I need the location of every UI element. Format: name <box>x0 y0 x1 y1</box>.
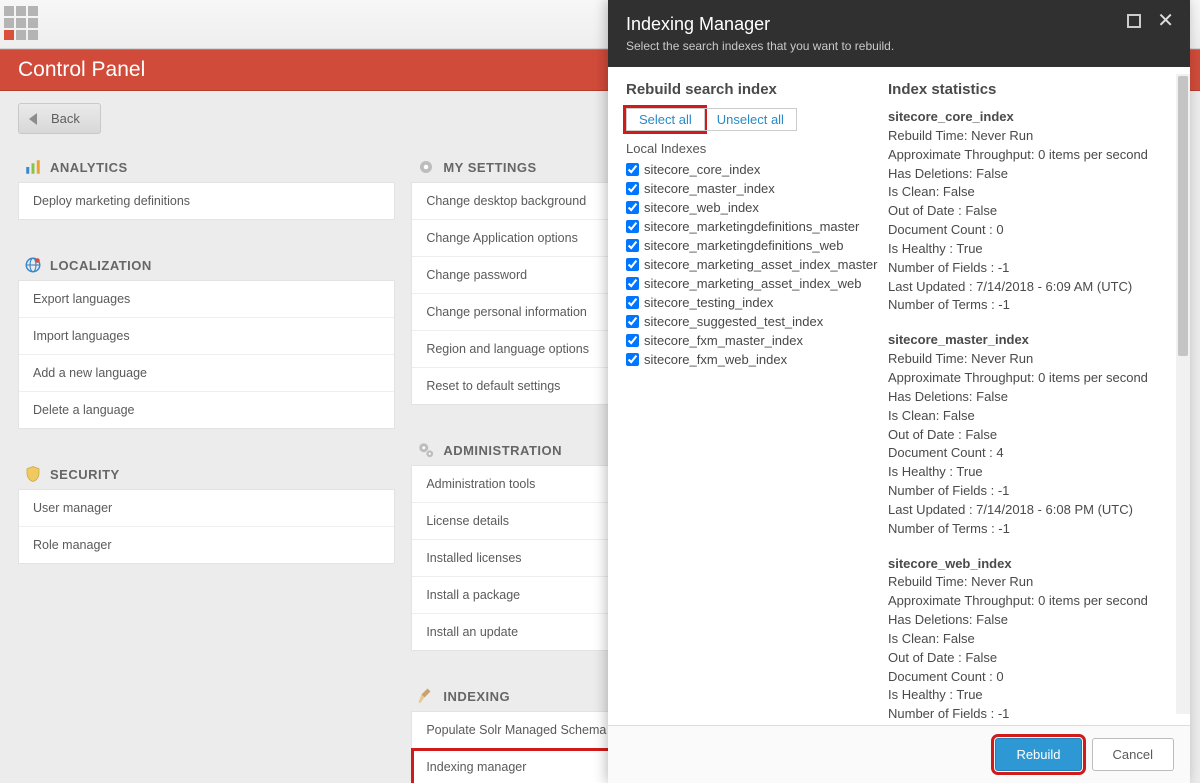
stat-line: Out of Date : False <box>888 426 1176 445</box>
dialog-subtitle: Select the search indexes that you want … <box>626 39 1172 53</box>
list-item[interactable]: Add a new language <box>19 355 394 392</box>
stat-line: Last Updated : 7/14/2018 - 6:09 AM (UTC) <box>888 278 1176 297</box>
list-item[interactable]: Role manager <box>19 527 394 563</box>
unselect-all-link[interactable]: Unselect all <box>704 108 797 131</box>
stat-line: Out of Date : False <box>888 649 1176 668</box>
index-checkbox[interactable]: sitecore_suggested_test_index <box>626 312 888 331</box>
index-checkbox[interactable]: sitecore_marketingdefinitions_web <box>626 236 888 255</box>
checkbox-input[interactable] <box>626 334 639 347</box>
cancel-button[interactable]: Cancel <box>1092 738 1174 771</box>
stat-line: Rebuild Time: Never Run <box>888 127 1176 146</box>
index-checkbox[interactable]: sitecore_marketingdefinitions_master <box>626 217 888 236</box>
stat-line: Rebuild Time: Never Run <box>888 350 1176 369</box>
list-analytics: Deploy marketing definitions <box>18 182 395 220</box>
checkbox-input[interactable] <box>626 258 639 271</box>
stat-line: Is Healthy : True <box>888 463 1176 482</box>
index-stat-block: sitecore_core_indexRebuild Time: Never R… <box>888 108 1176 315</box>
dialog-title: Indexing Manager <box>626 14 1172 35</box>
page-title: Control Panel <box>18 58 145 82</box>
index-checkbox[interactable]: sitecore_fxm_web_index <box>626 350 888 369</box>
index-checkbox[interactable]: sitecore_web_index <box>626 198 888 217</box>
close-icon[interactable]: ✕ <box>1157 14 1174 28</box>
list-localization: Export languagesImport languagesAdd a ne… <box>18 280 395 429</box>
checkbox-input[interactable] <box>626 220 639 233</box>
stat-line: Is Healthy : True <box>888 240 1176 259</box>
list-item[interactable]: Deploy marketing definitions <box>19 183 394 219</box>
list-item[interactable]: User manager <box>19 490 394 527</box>
dialog-body: Rebuild search index Select all Unselect… <box>608 67 1190 725</box>
stat-line: Is Clean: False <box>888 407 1176 426</box>
col-left: ANALYTICS Deploy marketing definitions L… <box>10 146 403 783</box>
stat-line: Has Deletions: False <box>888 388 1176 407</box>
stats-heading: Index statistics <box>888 81 1176 98</box>
index-checkbox[interactable]: sitecore_core_index <box>626 160 888 179</box>
stat-line: Document Count : 4 <box>888 444 1176 463</box>
index-checkbox[interactable]: sitecore_fxm_master_index <box>626 331 888 350</box>
index-checkbox[interactable]: sitecore_marketing_asset_index_web <box>626 274 888 293</box>
maximize-icon[interactable] <box>1127 14 1141 28</box>
list-item[interactable]: Export languages <box>19 281 394 318</box>
stat-line: Number of Fields : -1 <box>888 705 1176 721</box>
stat-line: Is Clean: False <box>888 183 1176 202</box>
list-item[interactable]: Import languages <box>19 318 394 355</box>
section-security: SECURITY <box>18 453 395 489</box>
index-checkbox[interactable]: sitecore_marketing_asset_index_master <box>626 255 888 274</box>
checkbox-input[interactable] <box>626 277 639 290</box>
index-name: sitecore_core_index <box>888 108 1176 127</box>
gears-icon <box>417 441 435 459</box>
index-checkbox[interactable]: sitecore_testing_index <box>626 293 888 312</box>
stat-line: Approximate Throughput: 0 items per seco… <box>888 369 1176 388</box>
section-analytics: ANALYTICS <box>18 146 395 182</box>
checkbox-input[interactable] <box>626 315 639 328</box>
gear-icon <box>417 158 435 176</box>
select-all-link[interactable]: Select all <box>626 108 704 131</box>
index-checkbox[interactable]: sitecore_master_index <box>626 179 888 198</box>
stat-line: Number of Fields : -1 <box>888 482 1176 501</box>
stat-line: Is Clean: False <box>888 630 1176 649</box>
stat-line: Approximate Throughput: 0 items per seco… <box>888 592 1176 611</box>
local-indexes-label: Local Indexes <box>626 141 888 156</box>
rebuild-button[interactable]: Rebuild <box>995 738 1081 771</box>
checkbox-input[interactable] <box>626 201 639 214</box>
back-button[interactable]: Back <box>18 103 101 134</box>
scrollbar-thumb[interactable] <box>1178 76 1188 356</box>
dialog-left-pane: Rebuild search index Select all Unselect… <box>626 81 888 721</box>
stat-line: Number of Terms : -1 <box>888 296 1176 315</box>
checkbox-input[interactable] <box>626 239 639 252</box>
indexing-manager-dialog: Indexing Manager Select the search index… <box>608 0 1190 783</box>
stat-line: Number of Terms : -1 <box>888 520 1176 539</box>
index-checkbox-list: sitecore_core_indexsitecore_master_index… <box>626 160 888 369</box>
index-stat-block: sitecore_web_indexRebuild Time: Never Ru… <box>888 555 1176 721</box>
checkbox-input[interactable] <box>626 353 639 366</box>
checkbox-input[interactable] <box>626 296 639 309</box>
index-name: sitecore_web_index <box>888 555 1176 574</box>
dialog-right-pane: Index statistics sitecore_core_indexRebu… <box>888 81 1186 721</box>
index-stat-block: sitecore_master_indexRebuild Time: Never… <box>888 331 1176 538</box>
shield-icon <box>24 465 42 483</box>
list-security: User managerRole manager <box>18 489 395 564</box>
list-item[interactable]: Delete a language <box>19 392 394 428</box>
broom-icon <box>417 687 435 705</box>
section-localization: LOCALIZATION <box>18 244 395 280</box>
stat-line: Last Updated : 7/14/2018 - 6:08 PM (UTC) <box>888 501 1176 520</box>
stat-line: Document Count : 0 <box>888 221 1176 240</box>
dialog-header: Indexing Manager Select the search index… <box>608 0 1190 67</box>
stat-line: Rebuild Time: Never Run <box>888 573 1176 592</box>
stat-line: Approximate Throughput: 0 items per seco… <box>888 146 1176 165</box>
checkbox-input[interactable] <box>626 182 639 195</box>
rebuild-heading: Rebuild search index <box>626 81 888 98</box>
checkbox-input[interactable] <box>626 163 639 176</box>
stat-line: Has Deletions: False <box>888 165 1176 184</box>
globe-icon <box>24 256 42 274</box>
dialog-footer: Rebuild Cancel <box>608 725 1190 783</box>
stat-line: Is Healthy : True <box>888 686 1176 705</box>
stat-line: Has Deletions: False <box>888 611 1176 630</box>
launchpad-icon[interactable] <box>4 6 40 42</box>
stat-line: Number of Fields : -1 <box>888 259 1176 278</box>
stat-line: Document Count : 0 <box>888 668 1176 687</box>
chart-icon <box>24 158 42 176</box>
index-name: sitecore_master_index <box>888 331 1176 350</box>
stat-line: Out of Date : False <box>888 202 1176 221</box>
